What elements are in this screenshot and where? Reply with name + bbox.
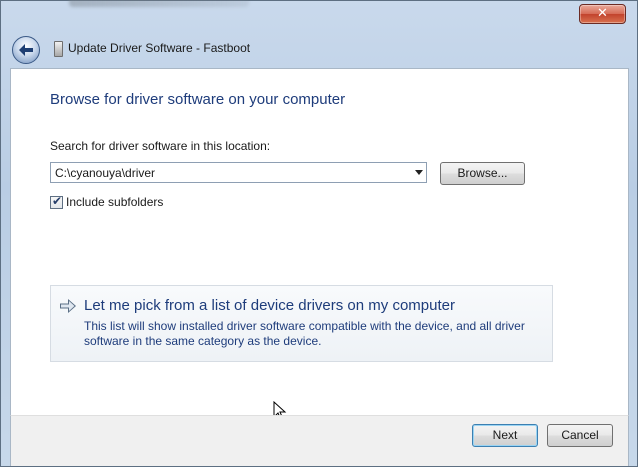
close-icon: ✕: [597, 6, 608, 21]
back-arrow-icon: [19, 44, 33, 56]
close-button[interactable]: ✕: [579, 4, 626, 24]
pick-option-description: This list will show installed driver sof…: [84, 319, 525, 348]
driver-path-combobox[interactable]: [50, 162, 427, 183]
browse-button[interactable]: Browse...: [440, 162, 525, 185]
chevron-down-icon[interactable]: [415, 170, 423, 175]
dialog-window: ✕ Update Driver Software - Fastboot Brow…: [0, 0, 638, 467]
usb-device-icon: [54, 41, 63, 57]
cancel-button[interactable]: Cancel: [547, 424, 613, 447]
include-subfolders-label[interactable]: Include subfolders: [66, 195, 163, 209]
background-window-text: [69, 0, 249, 7]
include-subfolders-checkbox[interactable]: ✔: [50, 194, 63, 209]
content-area: Browse for driver software on your compu…: [10, 68, 629, 421]
page-heading: Browse for driver software on your compu…: [50, 91, 346, 108]
pick-from-list-option[interactable]: Let me pick from a list of device driver…: [50, 285, 553, 362]
window-title: Update Driver Software - Fastboot: [68, 41, 251, 55]
pick-option-title[interactable]: Let me pick from a list of device driver…: [84, 297, 455, 314]
next-button[interactable]: Next: [472, 424, 538, 447]
driver-path-input[interactable]: [51, 163, 405, 182]
back-button[interactable]: [12, 36, 40, 64]
search-location-label: Search for driver software in this locat…: [50, 139, 271, 153]
green-arrow-icon: [60, 299, 76, 313]
checkmark-icon: ✔: [52, 194, 63, 208]
